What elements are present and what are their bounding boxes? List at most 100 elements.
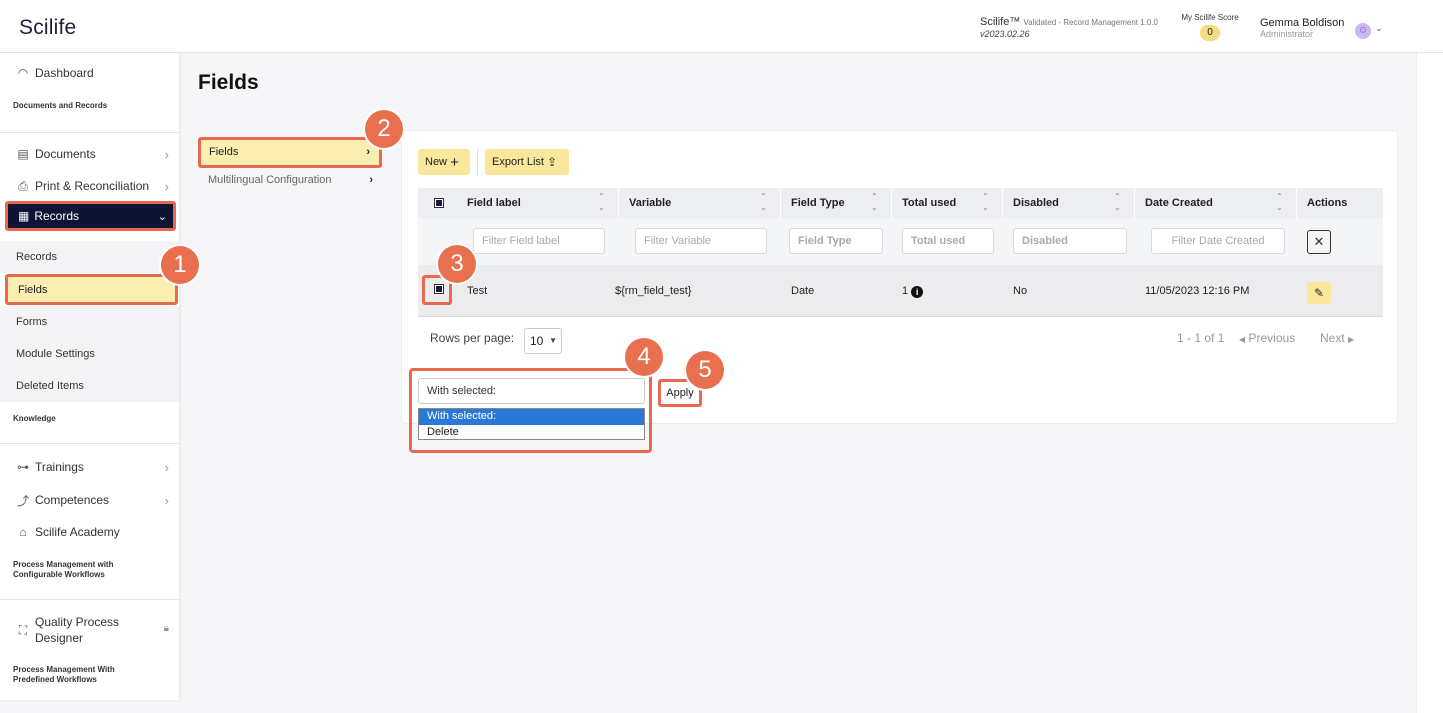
column-separator <box>1002 188 1003 218</box>
sidebar-item-competences[interactable]: ⤴ Competences › <box>0 485 179 515</box>
chevron-down-icon: ⌄ <box>157 210 167 223</box>
next-button[interactable]: Next ▶ <box>1320 331 1354 345</box>
sidebar-sub-forms[interactable]: Forms <box>0 306 179 338</box>
filter-field-label[interactable]: Filter Field label <box>473 228 605 254</box>
col-actions: Actions <box>1307 197 1348 209</box>
user-info[interactable]: Gemma Boldison Administrator <box>1260 17 1344 39</box>
cell-date-created: 11/05/2023 12:16 PM <box>1145 285 1250 297</box>
divider <box>0 132 179 133</box>
sort-icon[interactable]: ⌃ ⌄ <box>1114 191 1121 213</box>
sidebar-item-quality-process-designer[interactable]: ⛶ Quality Process Designer 🔒︎ <box>0 614 179 648</box>
caret-left-icon: ◀ <box>1239 335 1246 344</box>
column-separator <box>1134 188 1135 218</box>
step-badge-3: 3 <box>438 245 476 283</box>
col-disabled[interactable]: Disabled <box>1013 188 1059 218</box>
info-icon[interactable]: i <box>911 286 924 298</box>
filter-date-created[interactable]: Filter Date Created <box>1151 228 1285 254</box>
avatar[interactable]: ☺ <box>1355 23 1371 39</box>
col-total-used[interactable]: Total used <box>902 188 956 218</box>
rows-per-page-label: Rows per page: <box>430 331 515 345</box>
competences-icon: ⤴ <box>16 493 29 508</box>
sidebar-sub-module-settings[interactable]: Module Settings <box>0 338 179 370</box>
select-all-checkbox[interactable] <box>434 198 444 208</box>
col-date-created[interactable]: Date Created <box>1145 188 1213 218</box>
app-version: v2023.02.26 <box>980 29 1030 39</box>
sort-icon[interactable]: ⌃ ⌄ <box>1276 191 1283 213</box>
chevron-right-icon: › <box>164 459 169 475</box>
submenu-fields[interactable]: Fields › <box>198 137 382 168</box>
caret-down-icon: ▼ <box>549 336 557 345</box>
score-label: My Scilife Score <box>1181 13 1239 22</box>
plus-icon: + <box>450 153 459 171</box>
col-field-type[interactable]: Field Type <box>791 188 845 218</box>
cell-disabled: No <box>1013 285 1028 297</box>
column-separator <box>780 188 781 218</box>
vertical-scrollbar[interactable] <box>1416 53 1443 713</box>
section-documents-records: Documents and Records <box>13 101 108 110</box>
sort-icon[interactable]: ⌃ ⌄ <box>760 191 767 213</box>
toolbar-separator <box>477 149 478 175</box>
previous-button[interactable]: ◀ Previous <box>1239 331 1295 345</box>
step-badge-4: 4 <box>625 338 663 376</box>
column-separator <box>891 188 892 218</box>
cell-field-type: Date <box>791 285 815 297</box>
section-pm-configurable: Process Management with Configurable Wor… <box>13 560 114 579</box>
cell-total-used: 1i <box>902 265 924 317</box>
new-button[interactable]: New + <box>418 149 470 175</box>
filter-field-type[interactable]: Field Type <box>789 228 883 254</box>
chevron-right-icon: › <box>164 492 169 508</box>
sidebar-item-print[interactable]: ⎙ Print & Reconciliation › <box>0 171 179 201</box>
sidebar-sub-fields[interactable]: Fields <box>5 274 178 305</box>
option-with-selected[interactable]: With selected: <box>419 409 644 425</box>
scilife-logo[interactable]: Scilife <box>19 16 76 40</box>
option-delete[interactable]: Delete <box>419 425 644 441</box>
edit-button[interactable]: ✎ <box>1307 282 1331 304</box>
sidebar-item-dashboard[interactable]: ◠ Dashboard <box>0 58 179 88</box>
sidebar-item-documents[interactable]: ▤ Documents › <box>0 139 179 169</box>
close-icon: ✕ <box>1313 234 1325 249</box>
sidebar-sub-records[interactable]: Records <box>0 241 179 273</box>
sidebar-item-academy[interactable]: ⌂ Scilife Academy <box>0 517 179 547</box>
bulk-action-select[interactable]: With selected: <box>418 378 645 404</box>
score-badge: 0 <box>1200 25 1220 41</box>
table-row[interactable]: Test ${rm_field_test} Date 1i No 11/05/2… <box>418 265 1383 317</box>
step-badge-5: 5 <box>686 351 724 389</box>
table-header: Field label ⌃ ⌄ Variable ⌃ ⌄ Field Type ⌃ ⌄… <box>418 188 1383 218</box>
step-badge-1: 1 <box>161 246 199 284</box>
app-name: Scilife™ Validated - Record Management 1… <box>980 16 1159 28</box>
col-field-label[interactable]: Field label <box>467 188 521 218</box>
top-header: Scilife Scilife™ Validated - Record Mana… <box>0 0 1443 53</box>
export-list-button[interactable]: Export List ⇪ <box>485 149 569 175</box>
filter-total-used[interactable]: Total used <box>902 228 994 254</box>
cell-variable: ${rm_field_test} <box>615 285 692 297</box>
app-validated: Validated - Record Management 1.0.0 <box>1023 18 1159 27</box>
sort-icon[interactable]: ⌃ ⌄ <box>982 191 989 213</box>
pagination-range: 1 - 1 of 1 <box>1177 331 1225 345</box>
column-separator <box>618 188 619 218</box>
sidebar-item-records[interactable]: ▦ Records ⌄ <box>5 201 176 231</box>
col-variable[interactable]: Variable <box>629 188 671 218</box>
sort-icon[interactable]: ⌃ ⌄ <box>871 191 878 213</box>
records-icon: ▦ <box>18 209 30 223</box>
sidebar-item-trainings[interactable]: ⊶ Trainings › <box>0 452 179 482</box>
filter-variable[interactable]: Filter Variable <box>635 228 767 254</box>
clear-filters-button[interactable]: ✕ <box>1307 230 1331 254</box>
sidebar-sub-deleted-items[interactable]: Deleted Items <box>0 370 179 402</box>
submenu-multilingual[interactable]: Multilingual Configuration › <box>198 170 382 190</box>
sidebar: ◠ Dashboard Documents and Records ▤ Docume… <box>0 53 179 700</box>
step-badge-2: 2 <box>365 110 403 148</box>
graduation-cap-icon: ⌂ <box>19 525 27 539</box>
dumbbell-icon: ⊶ <box>17 460 29 474</box>
document-icon: ▤ <box>17 147 29 161</box>
chevron-down-icon[interactable]: ⌄ <box>1375 23 1383 34</box>
sort-icon[interactable]: ⌃ ⌄ <box>598 191 605 213</box>
caret-right-icon: ▶ <box>1348 335 1355 344</box>
upload-icon: ⇪ <box>547 155 558 169</box>
section-pm-predefined: Process Management With Predefined Workf… <box>13 665 115 684</box>
print-icon: ⎙ <box>18 178 28 193</box>
filter-disabled[interactable]: Disabled <box>1013 228 1127 254</box>
rows-per-page-select[interactable]: 10 ▼ <box>524 328 562 354</box>
chevron-right-icon: › <box>164 146 169 162</box>
bulk-action-dropdown: With selected: Delete <box>418 408 645 440</box>
scilife-score[interactable]: My Scilife Score 0 <box>1175 13 1245 41</box>
